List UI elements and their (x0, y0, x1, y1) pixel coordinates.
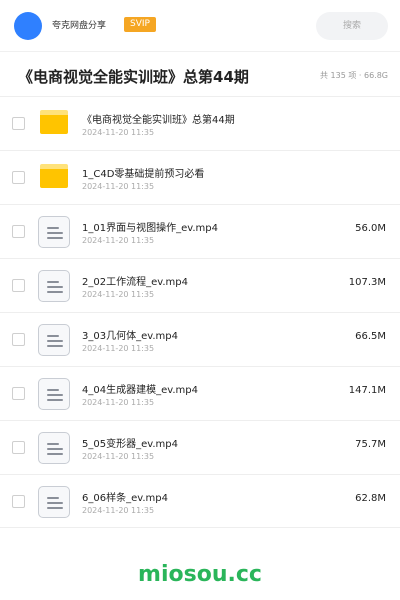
row-checkbox[interactable] (12, 225, 25, 238)
page-title: 《电商视觉全能实训班》总第44期 (18, 68, 249, 86)
file-row[interactable]: 3_03几何体_ev.mp4 2024-11-20 11:35 66.5M (0, 312, 400, 366)
row-icon (38, 432, 70, 464)
file-date: 2024-11-20 11:35 (82, 452, 155, 461)
file-row[interactable]: 6_06样条_ev.mp4 2024-11-20 11:35 62.8M (0, 474, 400, 528)
row-icon (38, 486, 70, 518)
row-checkbox[interactable] (12, 171, 25, 184)
file-row[interactable]: 1_01界面与视图操作_ev.mp4 2024-11-20 11:35 56.0M (0, 204, 400, 258)
file-row[interactable]: 5_05变形器_ev.mp4 2024-11-20 11:35 75.7M (0, 420, 400, 474)
file-icon (38, 216, 70, 248)
file-icon (38, 270, 70, 302)
row-checkbox[interactable] (12, 441, 25, 454)
file-icon (38, 324, 70, 356)
file-size: 56.0M (355, 223, 386, 234)
row-checkbox[interactable] (12, 333, 25, 346)
file-date: 2024-11-20 11:35 (82, 344, 155, 353)
file-name: 4_04生成器建模_ev.mp4 (82, 385, 199, 396)
file-icon (38, 378, 70, 410)
folder-icon (40, 164, 68, 188)
row-checkbox[interactable] (12, 495, 25, 508)
search-input[interactable]: 搜索 (316, 12, 388, 40)
row-checkbox[interactable] (12, 387, 25, 400)
file-name: 《电商视觉全能实训班》总第44期 (82, 115, 235, 126)
file-date: 2024-11-20 11:35 (82, 290, 155, 299)
file-size: 147.1M (348, 385, 386, 396)
file-size: 107.3M (348, 277, 386, 288)
file-icon (38, 486, 70, 518)
row-icon (38, 162, 70, 194)
uploader-name: 夸克网盘分享 (52, 21, 107, 31)
file-list: 《电商视觉全能实训班》总第44期 2024-11-20 11:35 1_C4D零基础… (0, 96, 400, 528)
avatar[interactable] (14, 12, 42, 40)
file-date: 2024-11-20 11:35 (82, 398, 155, 407)
file-name: 1_C4D零基础提前预习必看 (82, 169, 205, 180)
file-name: 5_05变形器_ev.mp4 (82, 439, 179, 450)
file-name: 3_03几何体_ev.mp4 (82, 331, 179, 342)
file-date: 2024-11-20 11:35 (82, 182, 155, 191)
file-name: 2_02工作流程_ev.mp4 (82, 277, 189, 288)
file-size: 62.8M (355, 493, 386, 504)
row-icon (38, 216, 70, 248)
row-icon (38, 108, 70, 140)
file-size: 75.7M (355, 439, 386, 450)
folder-title-bar: 《电商视觉全能实训班》总第44期 共 135 项 · 66.8G (0, 52, 400, 96)
file-date: 2024-11-20 11:35 (82, 128, 155, 137)
top-bar: 夸克网盘分享 SVIP 搜索 (0, 0, 400, 52)
row-checkbox[interactable] (12, 279, 25, 292)
watermark: miosou.cc (138, 562, 262, 587)
row-icon (38, 324, 70, 356)
file-name: 1_01界面与视图操作_ev.mp4 (82, 223, 219, 234)
row-icon (38, 270, 70, 302)
file-size: 66.5M (355, 331, 386, 342)
row-checkbox[interactable] (12, 117, 25, 130)
file-date: 2024-11-20 11:35 (82, 506, 155, 515)
folder-row[interactable]: 1_C4D零基础提前预习必看 2024-11-20 11:35 (0, 150, 400, 204)
folder-stats: 共 135 项 · 66.8G (320, 71, 388, 80)
folder-row[interactable]: 《电商视觉全能实训班》总第44期 2024-11-20 11:35 (0, 96, 400, 150)
file-row[interactable]: 4_04生成器建模_ev.mp4 2024-11-20 11:35 147.1M (0, 366, 400, 420)
file-row[interactable]: 2_02工作流程_ev.mp4 2024-11-20 11:35 107.3M (0, 258, 400, 312)
file-date: 2024-11-20 11:35 (82, 236, 155, 245)
row-icon (38, 378, 70, 410)
file-name: 6_06样条_ev.mp4 (82, 493, 169, 504)
folder-icon (40, 110, 68, 134)
file-icon (38, 432, 70, 464)
svip-badge: SVIP (124, 17, 156, 32)
